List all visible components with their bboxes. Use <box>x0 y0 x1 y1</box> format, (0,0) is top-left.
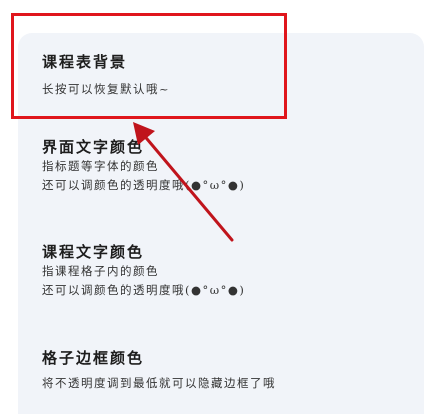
setting-desc: 指标题等字体的颜色 <box>42 159 159 173</box>
setting-desc: 还可以调颜色的透明度哦(●°ω°●) <box>42 178 246 192</box>
setting-desc: 指课程格子内的颜色 <box>42 264 159 278</box>
setting-desc: 长按可以恢复默认哦~ <box>42 82 171 96</box>
settings-page: 课程表背景 长按可以恢复默认哦~ 界面文字颜色 指标题等字体的颜色 还可以调颜色… <box>0 0 446 414</box>
setting-desc: 将不透明度调到最低就可以隐藏边框了哦 <box>42 376 276 390</box>
setting-title: 课程文字颜色 <box>42 243 145 261</box>
setting-title: 格子边框颜色 <box>42 349 145 367</box>
setting-item-grid-border-color[interactable]: 格子边框颜色 将不透明度调到最低就可以隐藏边框了哦 <box>42 348 276 393</box>
setting-desc: 还可以调颜色的透明度哦(●°ω°●) <box>42 283 246 297</box>
setting-item-timetable-background[interactable]: 课程表背景 长按可以恢复默认哦~ <box>42 52 170 99</box>
setting-item-course-text-color[interactable]: 课程文字颜色 指课程格子内的颜色 还可以调颜色的透明度哦(●°ω°●) <box>42 242 245 300</box>
setting-title: 界面文字颜色 <box>42 138 145 156</box>
setting-item-interface-text-color[interactable]: 界面文字颜色 指标题等字体的颜色 还可以调颜色的透明度哦(●°ω°●) <box>42 137 245 195</box>
setting-title: 课程表背景 <box>42 53 128 71</box>
